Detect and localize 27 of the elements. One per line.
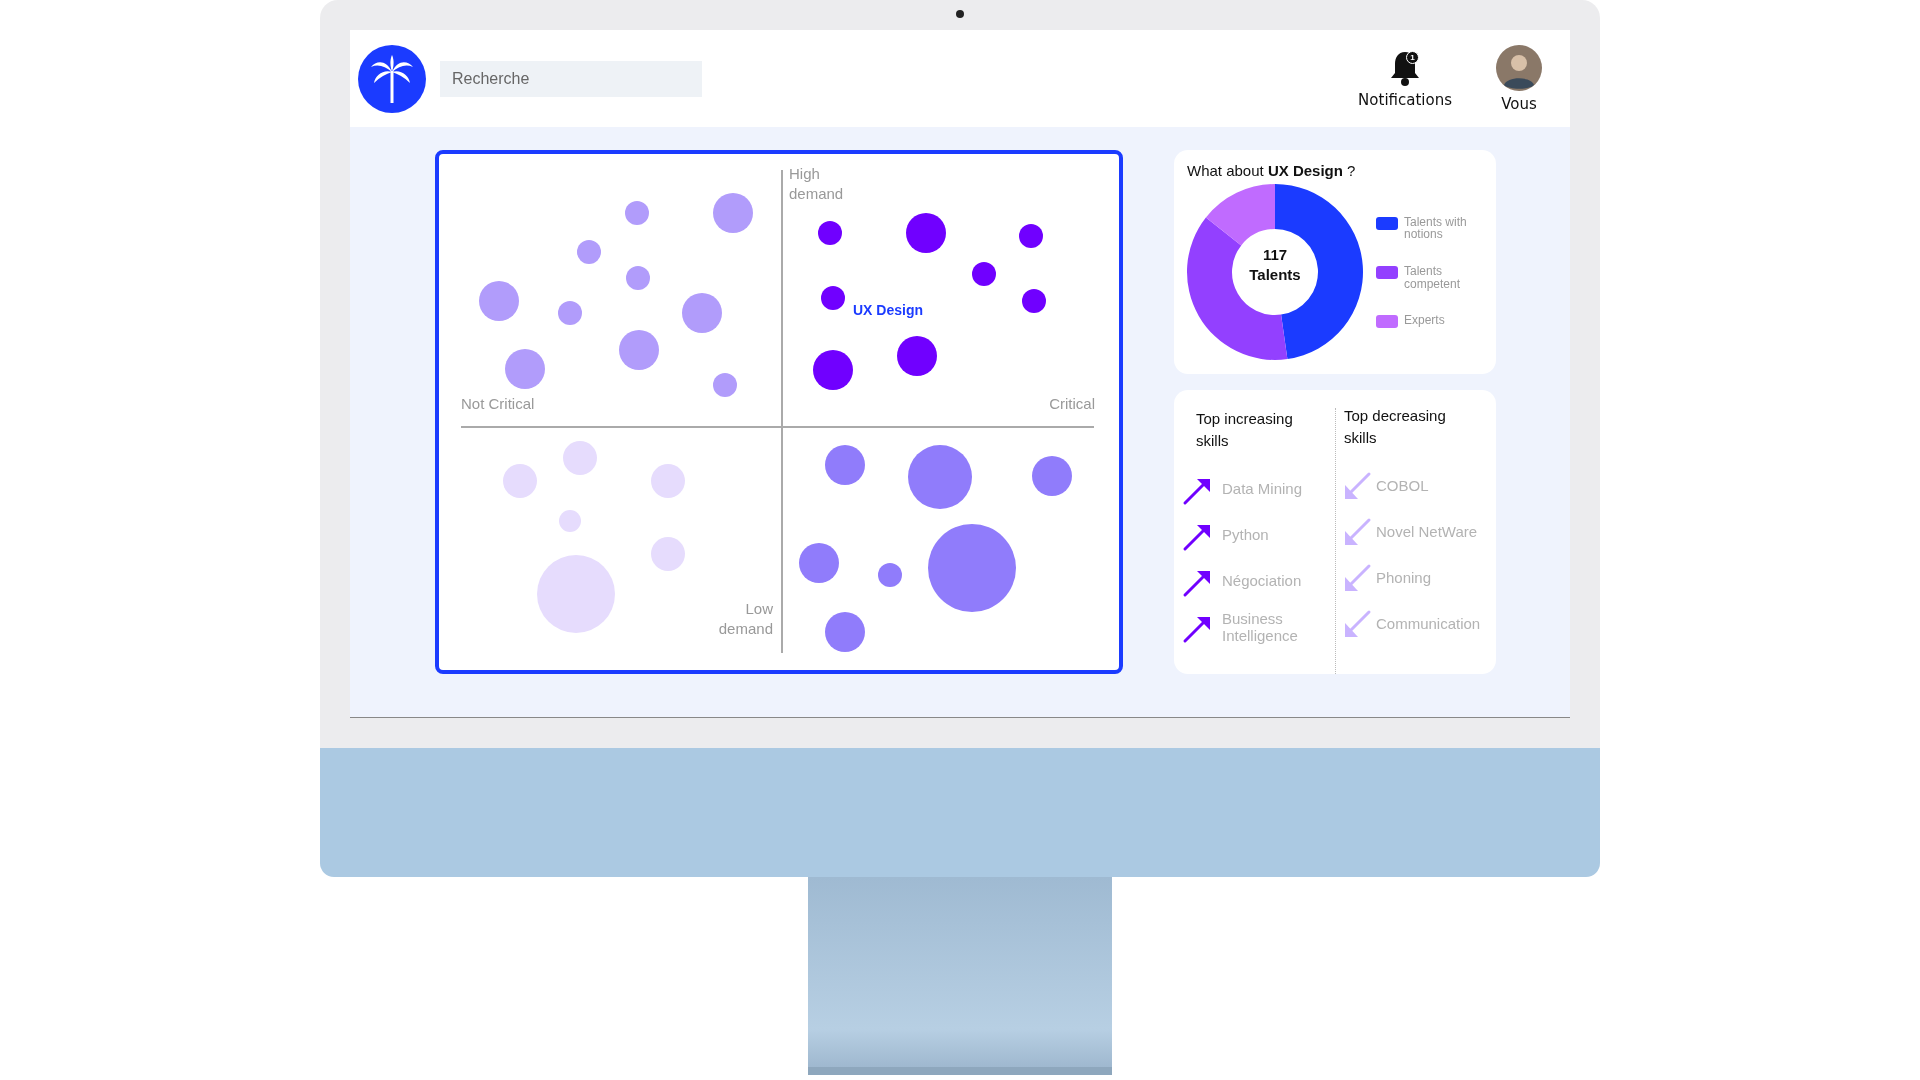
skill-name: Phoning — [1376, 570, 1433, 587]
profile-label[interactable]: Vous — [1501, 94, 1537, 113]
legend-label: Talents with notions — [1404, 215, 1468, 241]
column-title: Top decreasing skills — [1343, 406, 1447, 448]
skill-name: Data Mining — [1222, 481, 1304, 498]
skill-name: Python — [1222, 527, 1270, 544]
skill-name: Négociation — [1222, 573, 1303, 590]
axis-label: High demand — [789, 164, 845, 203]
highlight-label: UX Design — [853, 302, 923, 318]
card-title: What about UX Design ? — [1186, 161, 1357, 179]
legend-label: Talents competent — [1404, 265, 1462, 291]
search-field[interactable]: Recherche — [440, 60, 702, 97]
talent-total: 117 Talents — [1248, 245, 1302, 284]
camera-dot — [956, 10, 964, 18]
axis-label: Not Critical — [461, 394, 535, 414]
axis-label: Critical — [1049, 394, 1095, 414]
skill-name: Novel NetWare — [1376, 524, 1479, 541]
column-title: Top increasing skills — [1195, 409, 1294, 451]
avatar-icon[interactable] — [1496, 44, 1542, 91]
palm-logo-icon[interactable] — [358, 44, 426, 113]
axis-label: Low demand — [717, 599, 773, 638]
legend-label: Experts — [1404, 314, 1446, 327]
notifications-label[interactable]: Notifications — [1358, 90, 1452, 109]
notification-badge: 1 — [1406, 50, 1420, 64]
skill-name: Business Intelligence — [1222, 611, 1299, 644]
skill-name: Communication — [1376, 616, 1482, 633]
skill-name: COBOL — [1376, 478, 1430, 495]
